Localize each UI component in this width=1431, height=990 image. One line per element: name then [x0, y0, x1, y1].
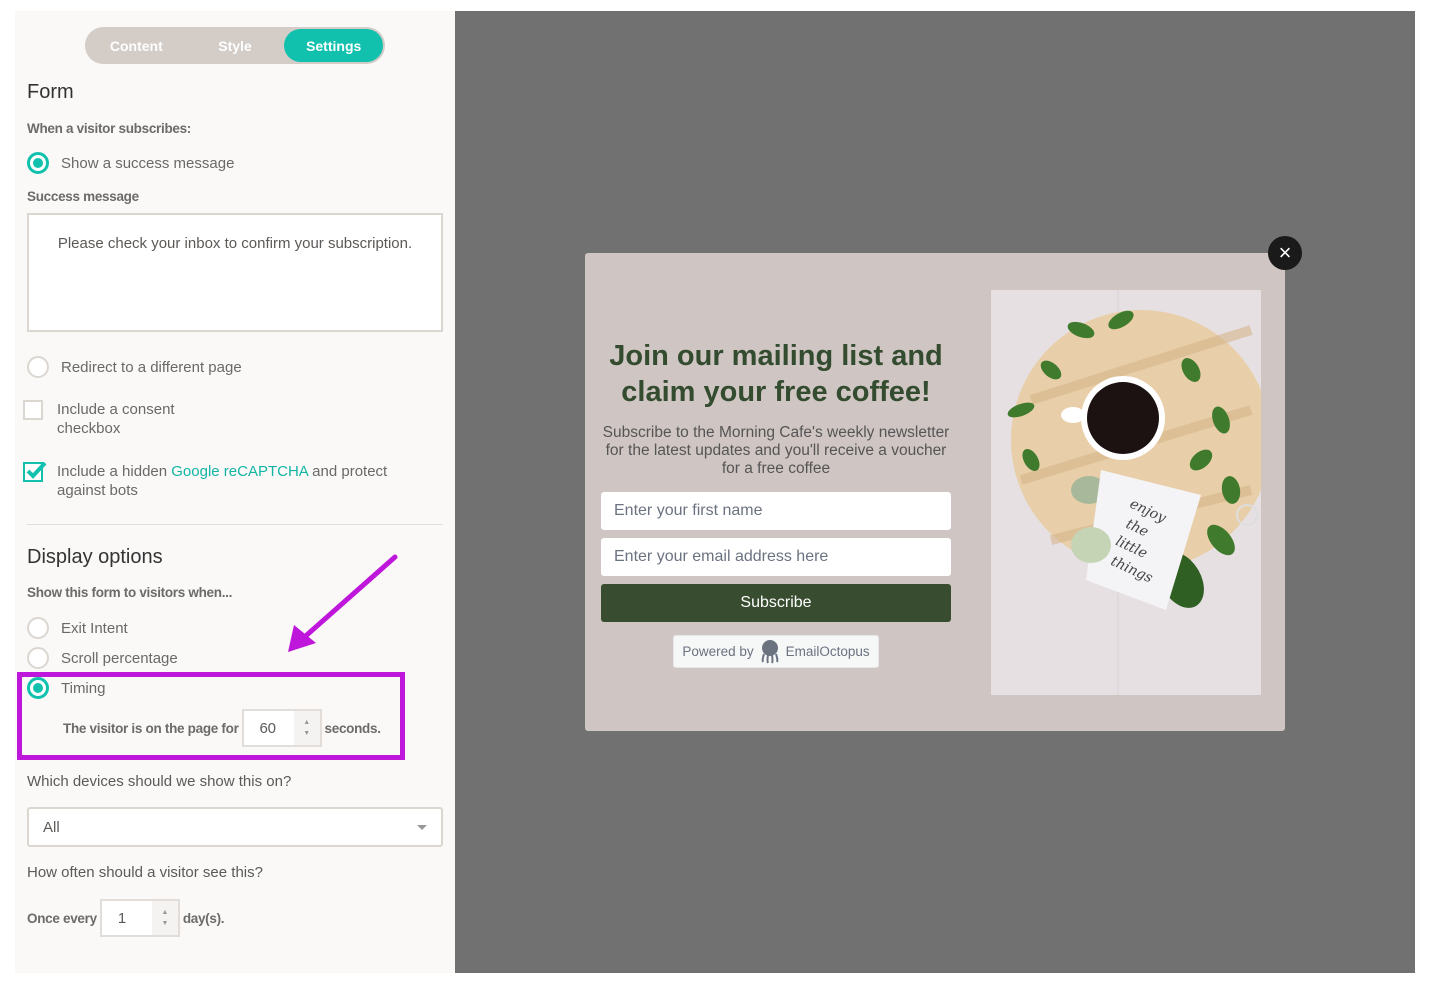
radio-label: Redirect to a different page: [61, 358, 242, 376]
section-divider: [27, 524, 443, 525]
email-input[interactable]: Enter your email address here: [601, 538, 951, 576]
recaptcha-checkbox-row[interactable]: Include a hidden Google reCAPTCHA and pr…: [23, 461, 388, 500]
checkbox-unchecked-icon[interactable]: [23, 400, 43, 420]
stepper-down-icon: ▼: [161, 920, 169, 927]
tab-style[interactable]: Style: [186, 29, 285, 62]
radio-exit-intent[interactable]: Exit Intent: [27, 617, 128, 639]
coffee-photo: enjoy the little things: [991, 290, 1261, 695]
close-popup-button[interactable]: ×: [1268, 236, 1302, 270]
popup-form-preview: Join our mailing list and claim your fre…: [585, 253, 1285, 731]
frequency-suffix: day(s).: [182, 910, 225, 926]
frequency-row: Once every 1 ▲ ▼ day(s).: [27, 899, 225, 937]
radio-scroll-percentage[interactable]: Scroll percentage: [27, 647, 178, 669]
consent-checkbox-row[interactable]: Include a consent checkbox: [23, 400, 175, 438]
first-name-input[interactable]: Enter your first name: [601, 492, 951, 530]
timing-highlight-box: [17, 672, 405, 760]
form-heading: Form: [27, 81, 74, 103]
show-when-label: Show this form to visitors when...: [27, 585, 233, 600]
editor-tabs: Content Style Settings: [85, 27, 385, 64]
radio-show-success[interactable]: Show a success message: [27, 152, 234, 174]
radio-unselected-icon[interactable]: [27, 356, 49, 378]
radio-label: Scroll percentage: [61, 649, 178, 667]
recaptcha-link[interactable]: Google reCAPTCHA: [171, 463, 308, 480]
tab-content[interactable]: Content: [87, 29, 186, 62]
close-icon: ×: [1278, 240, 1292, 265]
when-subscribes-label: When a visitor subscribes:: [27, 121, 191, 136]
frequency-days-input[interactable]: 1 ▲ ▼: [99, 899, 180, 937]
success-message-label: Success message: [27, 189, 139, 204]
annotation-arrow-icon: [288, 554, 398, 652]
radio-redirect[interactable]: Redirect to a different page: [27, 356, 242, 378]
display-options-heading: Display options: [27, 546, 163, 568]
chevron-down-icon: [417, 824, 427, 830]
devices-select[interactable]: All: [27, 807, 443, 847]
subscribe-button[interactable]: Subscribe: [601, 584, 951, 622]
tab-settings[interactable]: Settings: [284, 29, 384, 62]
popup-title: Join our mailing list and claim your fre…: [609, 340, 943, 408]
powered-by-badge[interactable]: Powered by EmailOctopus: [673, 635, 879, 668]
success-message-textarea[interactable]: Please check your inbox to confirm your …: [27, 213, 443, 332]
radio-unselected-icon[interactable]: [27, 647, 49, 669]
radio-selected-icon[interactable]: [27, 152, 49, 174]
octopus-logo-icon: [761, 639, 778, 663]
checkbox-checked-icon[interactable]: [23, 461, 47, 482]
frequency-question: How often should a visitor see this?: [27, 864, 263, 881]
settings-sidebar: Content Style Settings Form When a visit…: [15, 11, 455, 973]
radio-label: Show a success message: [61, 154, 235, 172]
radio-label: Exit Intent: [61, 619, 128, 637]
popup-subtitle: Subscribe to the Morning Cafe's weekly n…: [602, 424, 950, 477]
stepper-up-icon: ▲: [161, 909, 169, 916]
radio-unselected-icon[interactable]: [27, 617, 49, 639]
devices-question: Which devices should we show this on?: [27, 773, 292, 790]
consent-label: Include a consent checkbox: [57, 401, 175, 437]
recaptcha-label: Include a hidden Google reCAPTCHA and pr…: [57, 463, 388, 499]
stepper[interactable]: ▲ ▼: [151, 901, 178, 935]
frequency-prefix: Once every: [27, 910, 97, 926]
